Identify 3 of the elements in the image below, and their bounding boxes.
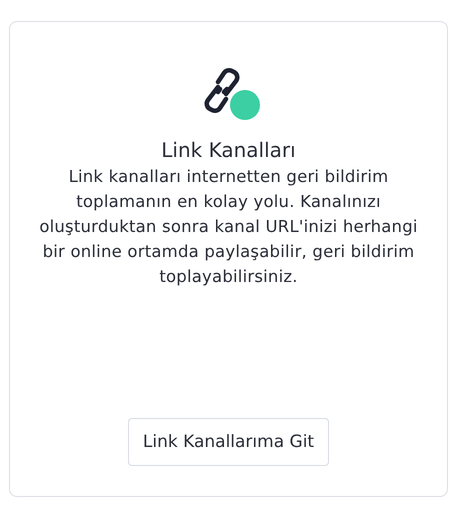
card-description: Link kanalları internetten geri bildirim toplamanın en kolay yolu. Kanalınızı oluşturduktan sonra kanal URL'inizi herhangi bir online ortamda paylaşabilir, geri bildirim toplayabilirsiniz. <box>38 166 418 288</box>
card-title: Link Kanalları <box>161 137 296 164</box>
link-channels-button[interactable]: Link Kanallarıma Git <box>128 418 330 466</box>
